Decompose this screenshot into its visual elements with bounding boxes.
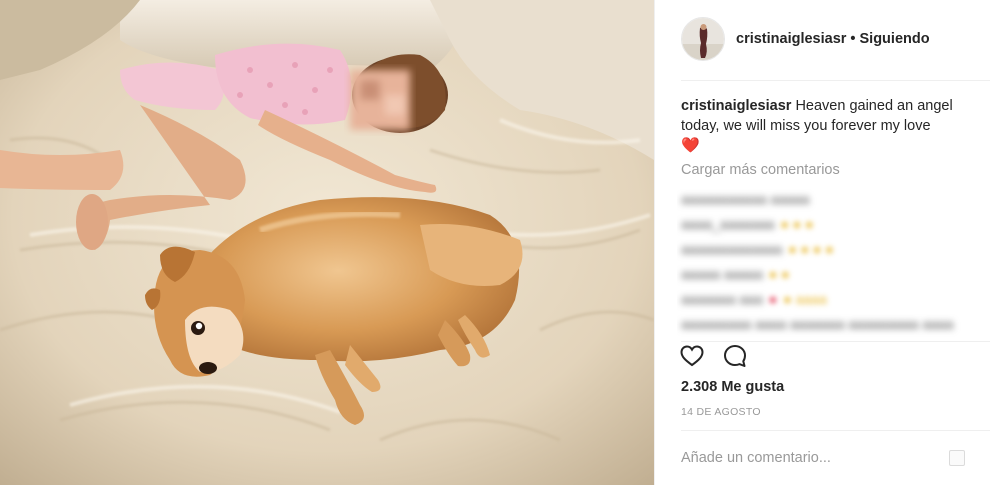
header-text: cristinaiglesiasr • Siguiendo	[736, 31, 930, 47]
blurred-comment: aaaaaaa aaa	[681, 290, 763, 307]
blurred-emoji: ● aaaa	[783, 290, 827, 307]
likes-count[interactable]: 2.308 Me gusta	[681, 379, 784, 395]
divider	[681, 341, 990, 342]
comment-bubble-icon	[724, 345, 746, 367]
header-separator: •	[850, 31, 856, 47]
post-header: cristinaiglesiasr • Siguiendo	[681, 16, 988, 62]
blurred-comment: aaaaaaaaa aaaa aaaaaaa aaaaaaaaa aaaa	[681, 315, 954, 332]
divider	[681, 80, 990, 81]
blurred-emoji: ● ●	[768, 265, 790, 282]
divider	[681, 430, 990, 431]
blurred-emoji: ● ● ●	[780, 215, 814, 232]
list-item: aaaaaaaaa aaaa aaaaaaa aaaaaaaaa aaaa	[677, 311, 985, 336]
avatar[interactable]	[681, 17, 725, 61]
list-item: aaaaaaaaaaaaa ● ● ● ●	[677, 236, 985, 261]
list-item: aaaaa aaaaa ● ●	[677, 261, 985, 286]
comment-button[interactable]	[722, 343, 748, 369]
avatar-image	[682, 18, 724, 60]
blurred-emoji: ● ● ● ●	[788, 240, 834, 257]
blurred-emoji: ●	[768, 290, 778, 307]
post-actions	[679, 343, 765, 369]
blurred-comment: aaaaaaaaaaa aaaaa	[681, 190, 810, 207]
like-button[interactable]	[679, 343, 705, 369]
blurred-comment: aaaaa aaaaa	[681, 265, 763, 282]
post-photo[interactable]	[0, 0, 654, 485]
add-comment-input[interactable]	[681, 446, 941, 470]
heart-outline-icon	[680, 345, 704, 367]
caption-username[interactable]: cristinaiglesiasr	[681, 98, 791, 114]
list-item: aaaaaaa aaa ● ● aaaa	[677, 286, 985, 311]
photo-illustration	[0, 0, 654, 485]
list-item: aaaaaaaaaaa aaaaa	[677, 186, 985, 211]
follow-status-button[interactable]: Siguiendo	[860, 31, 930, 47]
blurred-comment: aaaa_aaaaaaa	[681, 215, 775, 232]
username-link[interactable]: cristinaiglesiasr	[736, 31, 846, 47]
blurred-comment: aaaaaaaaaaaaa	[681, 240, 783, 257]
red-heart-icon: ❤️	[681, 137, 700, 154]
more-options-button[interactable]	[949, 450, 965, 466]
post-date: 14 DE AGOSTO	[681, 406, 761, 418]
comments-list-blurred: aaaaaaaaaaa aaaaa aaaa_aaaaaaa ● ● ● aaa…	[677, 186, 985, 340]
post-caption: cristinaiglesiasr Heaven gained an angel…	[681, 96, 981, 156]
load-more-comments-button[interactable]: Cargar más comentarios	[681, 162, 840, 178]
post-side-panel: cristinaiglesiasr • Siguiendo cristinaigle…	[654, 0, 1002, 485]
list-item: aaaa_aaaaaaa ● ● ●	[677, 211, 985, 236]
